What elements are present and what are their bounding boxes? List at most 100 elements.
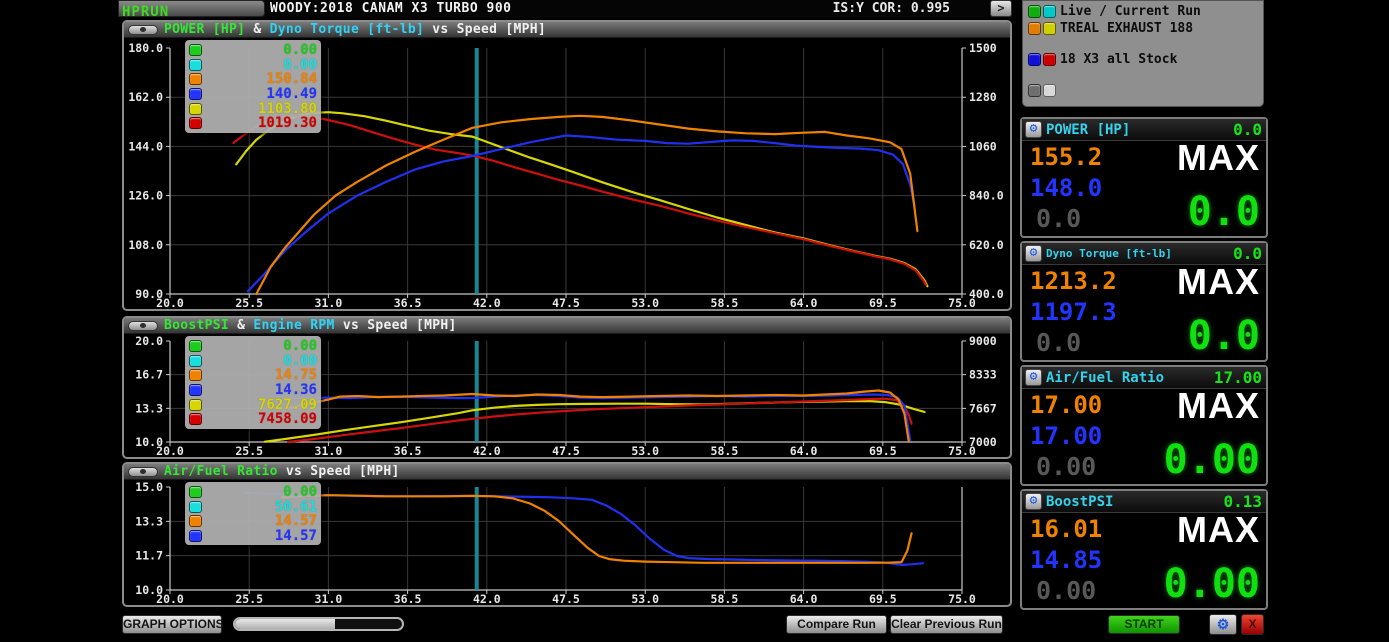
y-right-tick-label: 400.0 — [969, 287, 1004, 301]
y-right-tick-label: 9000 — [969, 334, 997, 348]
x-tick-label: 58.5 — [711, 444, 739, 458]
close-button[interactable]: X — [1241, 614, 1264, 635]
chart-3-title: Air/Fuel Ratio vs Speed [MPH] — [164, 464, 400, 479]
x-tick-label: 69.5 — [869, 444, 897, 458]
x-tick-label: 31.0 — [315, 444, 343, 458]
gauge-torque: ⚙ Dyno Torque [ft-lb] 0.0 1213.2 1197.3 … — [1020, 241, 1268, 362]
pill-dot-icon — [140, 27, 146, 32]
chart-legend-row: 14.57 — [189, 529, 317, 544]
stock-rpm-line — [288, 399, 912, 442]
legend-color-swatch — [189, 369, 202, 381]
y-left-tick-label: 10.0 — [135, 583, 163, 597]
graph-options-button[interactable]: GRAPH OPTIONS — [122, 615, 222, 634]
legend-cursor-value: 7458.09 — [202, 411, 317, 427]
gear-icon[interactable]: ⚙ — [1025, 121, 1042, 138]
chart-3-options-toggle[interactable] — [128, 467, 158, 477]
x-tick-label: 25.5 — [235, 444, 263, 458]
y-left-tick-label: 13.3 — [135, 401, 163, 415]
start-button[interactable]: START — [1108, 615, 1180, 634]
chart-legend-row: 140.49 — [189, 87, 317, 102]
header-bar: HPRUN WOODY:2018 CANAM X3 TURBO 900 IS:Y… — [118, 0, 1012, 18]
y-right-tick-label: 620.0 — [969, 238, 1004, 252]
hprun-logo-button[interactable]: HPRUN — [118, 0, 265, 17]
x-tick-label: 53.0 — [631, 444, 659, 458]
gauge-boost-body: 16.01 14.85 0.00 MAX 0.00 — [1022, 513, 1266, 609]
run3-max-value: 0.00 — [1036, 576, 1096, 605]
chart-legend-row: 150.84 — [189, 72, 317, 87]
x-tick-label: 64.0 — [790, 592, 818, 606]
chart-3: Air/Fuel Ratio vs Speed [MPH] 20.025.531… — [122, 462, 1012, 607]
treal-power-line — [256, 116, 917, 294]
legend-cursor-value: 140.49 — [202, 86, 317, 102]
chart-title-part: BoostPSI — [164, 318, 229, 333]
legend-cursor-value: 50.61 — [202, 499, 317, 515]
chart-2-options-toggle[interactable] — [128, 321, 158, 331]
clear-previous-run-button[interactable]: Clear Previous Run — [890, 615, 1003, 634]
treal-torque-line — [236, 112, 927, 286]
legend-cursor-value: 7627.09 — [202, 397, 317, 413]
gauge-power: ⚙ POWER [HP] 0.0 155.2 148.0 0.0 MAX 0.0 — [1020, 117, 1268, 238]
pill-dot-icon — [140, 323, 146, 328]
gear-icon[interactable]: ⚙ — [1025, 369, 1042, 386]
compare-run-button[interactable]: Compare Run — [786, 615, 887, 634]
app-name: HPRUN — [119, 4, 169, 20]
chart-title-part: & — [229, 318, 253, 333]
x-tick-label: 53.0 — [631, 296, 659, 310]
chart-1-title: POWER [HP] & Dyno Torque [ft-lb] vs Spee… — [164, 22, 546, 37]
chart-title-part: Engine RPM — [253, 318, 334, 333]
legend-color-swatch — [189, 117, 202, 129]
chart-legend-row: 0.00 — [189, 485, 317, 500]
chart-legend-row: 0.00 — [189, 339, 317, 354]
legend-cursor-value: 0.00 — [202, 484, 317, 500]
legend-cursor-value: 14.75 — [202, 367, 317, 383]
run-legend-item[interactable]: Live / Current Run — [1028, 4, 1201, 19]
chart-title-part: POWER [HP] — [164, 22, 245, 37]
current-max-value: 0.00 — [1164, 561, 1260, 607]
gauge-afr-body: 17.00 17.00 0.00 MAX 0.00 — [1022, 389, 1266, 485]
legend-cursor-value: 0.00 — [202, 353, 317, 369]
chart-1-options-toggle[interactable] — [128, 25, 158, 35]
settings-gear-button[interactable]: ⚙ — [1209, 614, 1237, 635]
run-legend-item[interactable]: TREAL EXHAUST 188 — [1028, 21, 1193, 36]
gear-icon[interactable]: ⚙ — [1025, 493, 1042, 510]
legend-color-swatch — [189, 88, 202, 100]
run-label: Live / Current Run — [1060, 4, 1201, 19]
header-expand-button[interactable]: > — [990, 0, 1012, 17]
run-color-swatch-1 — [1028, 5, 1041, 18]
x-tick-label: 58.5 — [711, 296, 739, 310]
chart-legend-row: 1019.30 — [189, 116, 317, 131]
chart-title-part: vs Speed [MPH] — [278, 464, 400, 479]
chart-legend-row: 1103.80 — [189, 101, 317, 116]
run-legend-panel: Live / Current Run TREAL EXHAUST 188 18 X3… — [1022, 0, 1264, 107]
run-color-swatch-1 — [1028, 84, 1041, 97]
gauge-title: POWER [HP] — [1046, 122, 1130, 138]
run-legend-item[interactable] — [1028, 83, 1060, 98]
run-legend-item[interactable]: 18 X3 all Stock — [1028, 52, 1177, 67]
chart-1: POWER [HP] & Dyno Torque [ft-lb] vs Spee… — [122, 20, 1012, 311]
x-tick-label: 25.5 — [235, 592, 263, 606]
gauge-power-body: 155.2 148.0 0.0 MAX 0.0 — [1022, 141, 1266, 237]
y-left-tick-label: 16.7 — [135, 368, 163, 382]
stock-afr-line — [246, 493, 923, 565]
legend-cursor-value: 0.00 — [202, 57, 317, 73]
y-right-tick-label: 8333 — [969, 368, 997, 382]
gauge-afr: ⚙ Air/Fuel Ratio 17.00 17.00 17.00 0.00 … — [1020, 365, 1268, 486]
correction-readout: IS:Y COR: 0.995 — [833, 1, 950, 16]
run2-max-value: 1197.3 — [1030, 298, 1117, 326]
vehicle-title: WOODY:2018 CANAM X3 TURBO 900 — [270, 1, 511, 16]
current-max-value: 0.0 — [1188, 189, 1260, 235]
max-label: MAX — [1177, 137, 1260, 179]
x-tick-label: 31.0 — [315, 296, 343, 310]
y-left-tick-label: 11.7 — [135, 549, 163, 563]
x-tick-label: 53.0 — [631, 592, 659, 606]
chart-title-part: Air/Fuel Ratio — [164, 464, 278, 479]
gear-icon[interactable]: ⚙ — [1025, 245, 1042, 262]
hprun-app: HPRUN WOODY:2018 CANAM X3 TURBO 900 IS:Y… — [0, 0, 1389, 642]
chart-3-titlebar: Air/Fuel Ratio vs Speed [MPH] — [124, 464, 1010, 480]
max-label: MAX — [1177, 385, 1260, 427]
footer-progress-bar — [233, 617, 404, 631]
y-right-tick-label: 7667 — [969, 401, 997, 415]
legend-cursor-value: 0.00 — [202, 42, 317, 58]
footer-progress-fill — [235, 619, 335, 629]
chart-legend-row: 14.57 — [189, 514, 317, 529]
